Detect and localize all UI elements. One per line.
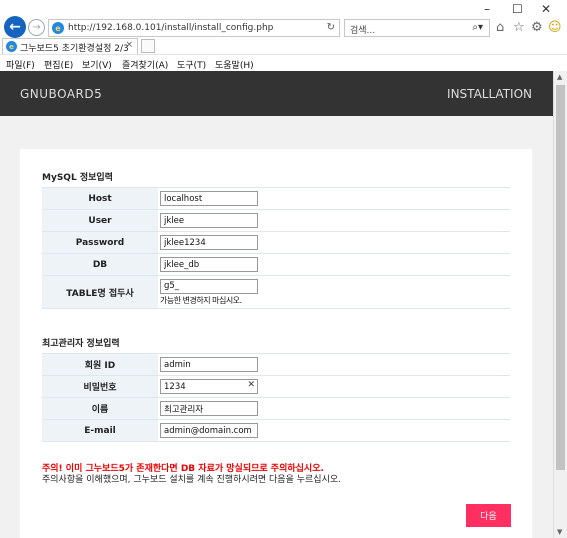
email-label: E-mail	[42, 419, 158, 442]
user-label: User	[42, 209, 158, 232]
admin-form: 회원 ID 비밀번호 ✕ 이름 E-mail	[42, 353, 510, 442]
arrow-left-icon: ←	[9, 19, 21, 35]
db-input[interactable]	[160, 257, 258, 272]
menu-help[interactable]: 도움말(H)	[215, 58, 254, 71]
host-label: Host	[42, 187, 158, 210]
site-header: GNUBOARD5 INSTALLATION	[0, 71, 553, 116]
mysql-form: Host User Password DB TABLE명 접두사 가능한 변경하…	[42, 187, 510, 309]
admin-section-title: 최고관리자 정보입력	[42, 339, 120, 349]
form-row: 이름	[42, 397, 510, 420]
password-input[interactable]	[160, 235, 258, 250]
new-tab-button[interactable]	[141, 39, 155, 53]
form-row: 회원 ID	[42, 353, 510, 376]
name-input[interactable]	[160, 401, 258, 416]
scroll-down-icon[interactable]: ▼	[557, 528, 562, 536]
maximize-button[interactable]: ☐	[512, 2, 523, 16]
email-input[interactable]	[160, 423, 258, 438]
table-prefix-input[interactable]	[160, 278, 258, 294]
scroll-up-icon[interactable]: ▲	[557, 73, 562, 81]
member-id-label: 회원 ID	[42, 353, 158, 376]
smiley-icon[interactable]: ☺	[548, 20, 562, 35]
menu-tools[interactable]: 도구(T)	[177, 58, 206, 71]
menu-edit[interactable]: 편집(E)	[44, 58, 73, 71]
member-id-input[interactable]	[160, 357, 258, 372]
table-prefix-help: 가능한 변경하지 마십시오.	[160, 295, 242, 305]
site-logo: GNUBOARD5	[20, 87, 103, 101]
continue-note: 주의사항을 이해했으며, 그누보드 설치를 계속 진행하시려면 다음을 누르십시…	[42, 475, 341, 485]
close-window-button[interactable]: ✕	[541, 2, 551, 16]
admin-password-label: 비밀번호	[42, 375, 158, 398]
tab-bar: e 그누보드5 초기환경설정 2/3 ×	[0, 38, 567, 54]
gear-icon[interactable]: ⚙	[531, 20, 543, 35]
form-row: TABLE명 접두사 가능한 변경하지 마십시오.	[42, 275, 510, 309]
tab-title: 그누보드5 초기환경설정 2/3	[20, 44, 129, 54]
search-icon[interactable]: ⌕▾	[472, 22, 483, 33]
refresh-icon[interactable]: ↻	[327, 22, 335, 33]
user-input[interactable]	[160, 213, 258, 228]
db-label: DB	[42, 253, 158, 276]
tab-install-config[interactable]: e 그누보드5 초기환경설정 2/3 ×	[2, 38, 138, 54]
arrow-right-icon: →	[32, 22, 41, 33]
form-row: User	[42, 209, 510, 232]
next-button[interactable]: 다음	[466, 504, 511, 527]
forward-button[interactable]: →	[28, 19, 45, 36]
star-icon[interactable]: ☆	[513, 20, 525, 35]
menu-file[interactable]: 파일(F)	[6, 58, 35, 71]
browser-titlebar: – ☐ ✕ ← → e http://192.168.0.101/install…	[0, 0, 567, 54]
ie-tab-icon: e	[6, 41, 17, 52]
clear-icon[interactable]: ✕	[247, 380, 255, 390]
ie-icon: e	[52, 22, 64, 34]
menu-view[interactable]: 보기(V)	[82, 58, 112, 71]
home-icon[interactable]: ⌂	[496, 20, 504, 35]
host-input[interactable]	[160, 191, 258, 206]
minimize-button[interactable]: –	[484, 2, 490, 16]
form-row: DB	[42, 253, 510, 276]
form-row: E-mail	[42, 419, 510, 442]
menu-favorites[interactable]: 즐겨찾기(A)	[122, 58, 168, 71]
back-button[interactable]: ←	[4, 16, 26, 38]
table-prefix-label: TABLE명 접두사	[42, 275, 158, 309]
address-url[interactable]: http://192.168.0.101/install/install_con…	[68, 23, 273, 33]
form-row: 비밀번호 ✕	[42, 375, 510, 398]
name-label: 이름	[42, 397, 158, 420]
form-row: Host	[42, 187, 510, 210]
mysql-section-title: MySQL 정보입력	[42, 173, 113, 183]
admin-password-input[interactable]	[160, 379, 258, 394]
form-row: Password	[42, 231, 510, 254]
tab-close-icon[interactable]: ×	[125, 40, 133, 50]
password-label: Password	[42, 231, 158, 254]
address-bar[interactable]: e http://192.168.0.101/install/install_c…	[48, 19, 340, 37]
search-placeholder: 검색...	[350, 26, 376, 36]
vertical-scrollbar[interactable]: ▲ ▼	[553, 71, 567, 538]
search-box[interactable]: 검색... ⌕▾	[344, 19, 490, 37]
header-installation: INSTALLATION	[447, 87, 532, 101]
scrollbar-thumb[interactable]	[556, 85, 565, 470]
menu-bar: 파일(F) 편집(E) 보기(V) 즐겨찾기(A) 도구(T) 도움말(H)	[0, 54, 567, 71]
admin-password-wrap: ✕	[160, 379, 258, 394]
